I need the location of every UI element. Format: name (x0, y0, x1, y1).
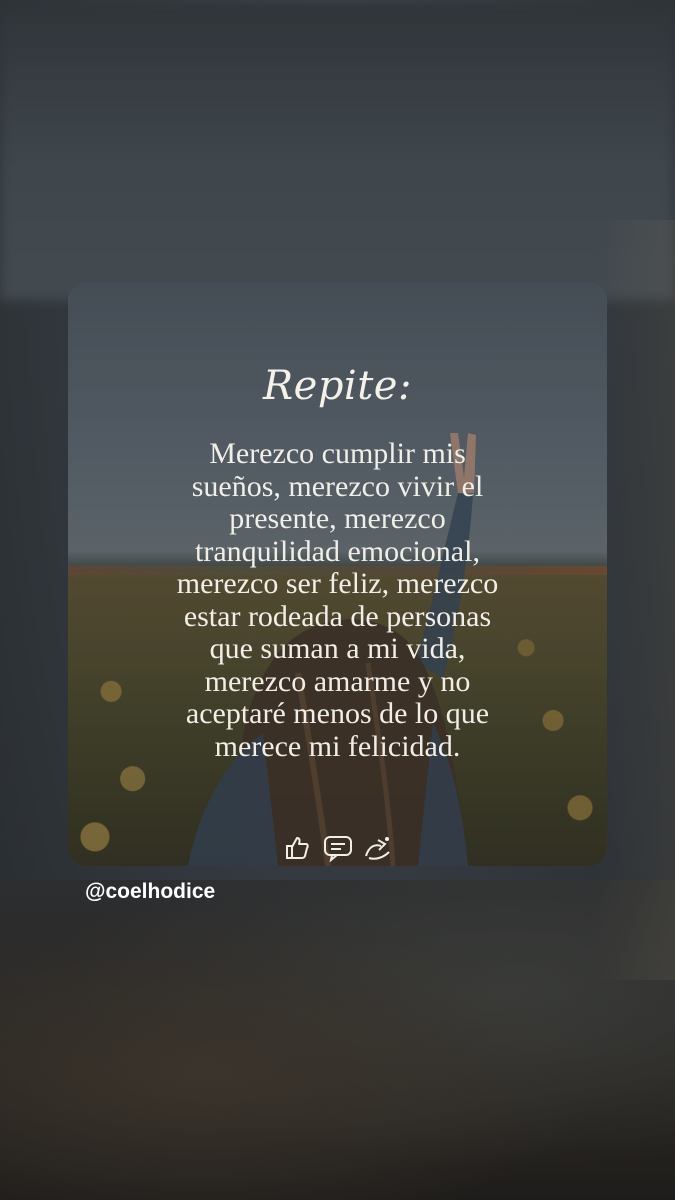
background-side-glow (595, 220, 675, 980)
share-icon[interactable] (363, 834, 393, 864)
story-card[interactable]: Repite: Merezco cumplir mis sueños, mere… (68, 283, 607, 866)
background-blur-bottom (0, 880, 675, 1200)
comment-icon[interactable] (323, 834, 353, 864)
background-blur-top (0, 0, 675, 300)
account-handle[interactable]: @coelhodice (85, 880, 215, 904)
thumbs-up-icon[interactable] (283, 834, 313, 864)
reaction-icons (283, 833, 393, 865)
card-quote-text: Merezco cumplir mis sueños, merezco vivi… (176, 437, 499, 763)
card-title: Repite: (263, 363, 412, 409)
